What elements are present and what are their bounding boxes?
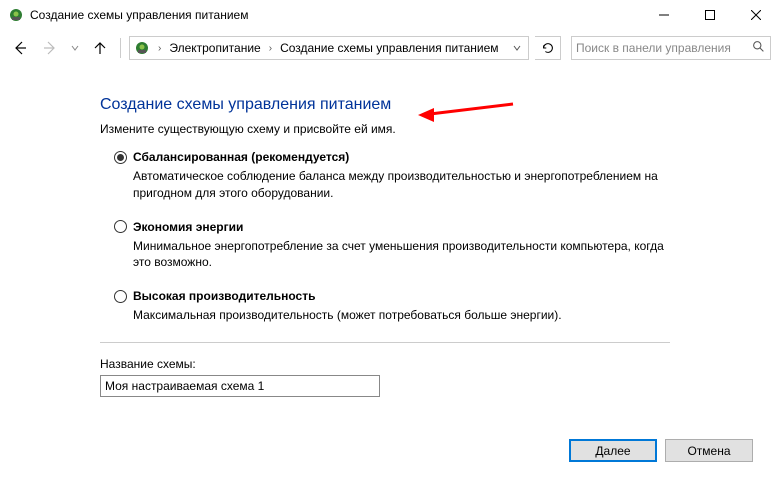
address-bar[interactable]: › Электропитание › Создание схемы управл… (129, 36, 529, 60)
chevron-right-icon[interactable]: › (154, 43, 165, 54)
divider (100, 342, 670, 343)
page-subtitle: Измените существующую схему и присвойте … (100, 122, 779, 136)
search-icon[interactable] (750, 40, 766, 56)
window-title: Создание схемы управления питанием (30, 8, 641, 22)
radio-saver[interactable] (114, 220, 127, 233)
search-input[interactable] (576, 41, 750, 55)
radio-balanced[interactable] (114, 151, 127, 164)
address-dropdown[interactable] (508, 37, 526, 59)
page-title: Создание схемы управления питанием (100, 96, 779, 114)
plan-label[interactable]: Сбалансированная (рекомендуется) (133, 150, 349, 164)
radio-high[interactable] (114, 290, 127, 303)
refresh-button[interactable] (535, 36, 561, 60)
power-options-icon (8, 7, 24, 23)
scheme-name-input[interactable] (100, 375, 380, 397)
plan-label[interactable]: Высокая производительность (133, 289, 315, 303)
recent-dropdown[interactable] (68, 36, 82, 60)
forward-button[interactable] (38, 36, 62, 60)
plan-label[interactable]: Экономия энергии (133, 220, 243, 234)
plan-balanced: Сбалансированная (рекомендуется) Автомат… (100, 150, 779, 202)
next-button[interactable]: Далее (569, 439, 657, 462)
window-controls (641, 0, 779, 30)
breadcrumb-item[interactable]: Создание схемы управления питанием (278, 41, 500, 55)
plan-saver: Экономия энергии Минимальное энергопотре… (100, 220, 779, 272)
footer-buttons: Далее Отмена (569, 439, 753, 462)
up-button[interactable] (88, 36, 112, 60)
close-button[interactable] (733, 0, 779, 30)
plan-description: Минимальное энергопотребление за счет ум… (114, 238, 674, 272)
chevron-right-icon[interactable]: › (265, 43, 276, 54)
power-options-icon (134, 40, 150, 56)
scheme-name-label: Название схемы: (100, 357, 779, 371)
separator (120, 38, 121, 58)
maximize-button[interactable] (687, 0, 733, 30)
plan-description: Максимальная производительность (может п… (114, 307, 674, 324)
cancel-button[interactable]: Отмена (665, 439, 753, 462)
plan-description: Автоматическое соблюдение баланса между … (114, 168, 674, 202)
back-button[interactable] (8, 36, 32, 60)
titlebar: Создание схемы управления питанием (0, 0, 779, 30)
main-content: Создание схемы управления питанием Измен… (0, 66, 779, 397)
minimize-button[interactable] (641, 0, 687, 30)
toolbar: › Электропитание › Создание схемы управл… (0, 30, 779, 66)
plan-high: Высокая производительность Максимальная … (100, 289, 779, 324)
search-box[interactable] (571, 36, 771, 60)
breadcrumb-item[interactable]: Электропитание (167, 41, 262, 55)
